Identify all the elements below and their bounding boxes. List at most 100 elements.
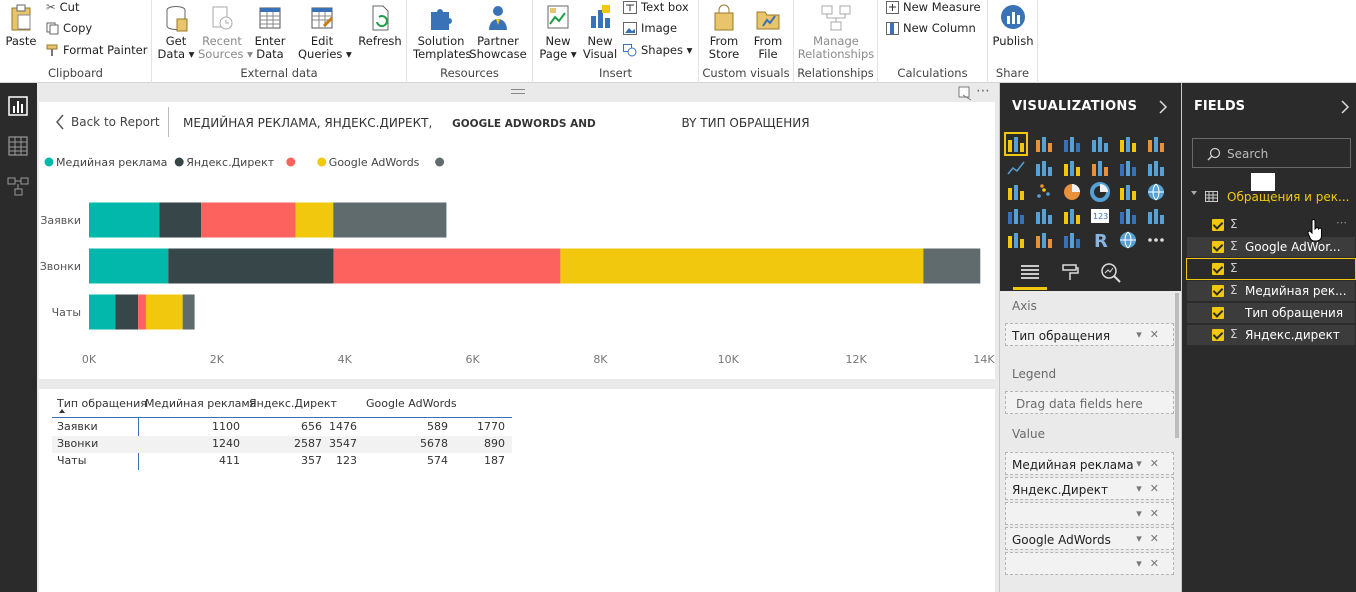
drag-handle[interactable] <box>511 89 525 94</box>
image-button[interactable]: Image <box>623 21 677 35</box>
line-column-icon[interactable] <box>1090 158 1110 178</box>
arcgis-icon[interactable] <box>1118 230 1138 250</box>
field-item[interactable]: Тип обращения <box>1187 303 1355 323</box>
checkbox-checked-icon[interactable] <box>1212 329 1224 341</box>
refresh-button[interactable]: Refresh <box>358 4 402 48</box>
manage-relationships-button[interactable]: Manage Relationships <box>796 4 876 61</box>
kpi-icon[interactable] <box>1146 206 1166 226</box>
r-visual-icon[interactable]: R <box>1090 230 1110 252</box>
field-item[interactable]: Σ Яндекс.директ <box>1187 325 1355 345</box>
format-paint-roller-icon[interactable] <box>1060 263 1080 283</box>
tooltip-box <box>1251 173 1275 191</box>
value-well-item[interactable]: ▾✕ <box>1005 552 1174 575</box>
recent-sources-button[interactable]: Recent Sources ▾ <box>198 4 253 61</box>
value-well-item[interactable]: Медийная реклама ▾✕ <box>1005 452 1174 475</box>
gauge-icon[interactable] <box>1062 206 1082 226</box>
enter-data-button[interactable]: Enter Data <box>248 4 292 61</box>
stacked-bar-icon[interactable] <box>1004 132 1028 156</box>
shapes-button[interactable]: Shapes ▾ <box>623 43 692 57</box>
table-header-cell: Медийная реклама <box>145 397 257 410</box>
more-visuals-icon[interactable] <box>1146 230 1166 250</box>
chevron-right-icon[interactable] <box>1340 100 1350 114</box>
wells-scrollbar[interactable] <box>1175 293 1179 438</box>
field-item[interactable]: Σ ⋯ <box>1187 215 1355 235</box>
edit-queries-button[interactable]: Edit Queries ▾ <box>298 4 352 61</box>
globe-map-icon[interactable] <box>1146 182 1166 202</box>
waterfall-icon[interactable] <box>1006 182 1026 202</box>
clustered-column-icon[interactable] <box>1090 134 1110 154</box>
paste-button[interactable]: Paste <box>4 4 38 48</box>
new-page-button[interactable]: New Page ▾ <box>537 4 579 61</box>
clustered-bar-icon[interactable] <box>1062 134 1082 154</box>
chevron-right-icon[interactable] <box>1158 100 1168 114</box>
bar-segment <box>138 294 146 330</box>
collapse-arrow-icon[interactable] <box>1191 191 1197 195</box>
solution-templates-button[interactable]: Solution Templates <box>413 4 471 61</box>
text-box-button[interactable]: Text box <box>623 0 689 14</box>
focus-mode-icon[interactable] <box>957 85 973 101</box>
axis-well-controls[interactable]: ▾✕ <box>1136 328 1167 341</box>
legend-well[interactable]: Drag data fields here <box>1005 391 1174 414</box>
value-well-item[interactable]: Google AdWords ▾✕ <box>1005 527 1174 550</box>
field-item[interactable]: Σ Google AdWor... <box>1187 237 1355 257</box>
checkbox-checked-icon[interactable] <box>1212 307 1224 319</box>
relationships-view-icon[interactable] <box>6 175 30 197</box>
funnel-icon[interactable] <box>1034 206 1054 226</box>
from-store-button[interactable]: From Store <box>703 4 745 61</box>
100-column-icon[interactable] <box>1146 134 1166 154</box>
data-view-icon[interactable] <box>6 135 30 157</box>
value-well-controls[interactable]: ▾✕ <box>1136 507 1167 520</box>
fields-search-box[interactable]: Search <box>1192 138 1351 168</box>
stacked-area-icon[interactable] <box>1062 158 1082 178</box>
table-name: Обращения и рек... <box>1227 190 1350 204</box>
field-item[interactable]: Σ Медийная рек... <box>1187 281 1355 301</box>
axis-well[interactable]: Тип обращения ▾✕ <box>1005 323 1174 346</box>
table-visual-icon[interactable] <box>1034 230 1054 250</box>
copy-button[interactable]: Copy <box>46 21 92 35</box>
get-data-button[interactable]: Get Data ▾ <box>154 4 198 61</box>
checkbox-checked-icon[interactable] <box>1212 285 1224 297</box>
multi-row-card-icon[interactable] <box>1118 206 1138 226</box>
matrix-icon[interactable] <box>1062 230 1082 250</box>
analytics-magnifier-icon[interactable] <box>1100 262 1122 284</box>
partner-showcase-button[interactable]: Partner Showcase <box>469 4 527 61</box>
line-chart-icon[interactable] <box>1006 158 1026 178</box>
from-file-button[interactable]: From File <box>747 4 789 61</box>
bar-segment <box>89 202 160 238</box>
pie-chart-icon[interactable] <box>1062 182 1082 202</box>
checkbox-checked-icon[interactable] <box>1212 263 1224 275</box>
format-painter-button[interactable]: Format Painter <box>46 43 147 57</box>
100-bar-icon[interactable] <box>1118 134 1138 154</box>
report-view-icon[interactable] <box>6 95 30 117</box>
more-options-icon[interactable]: ⋯ <box>976 83 990 99</box>
legend-well-label: Legend <box>1012 367 1057 381</box>
new-visual-button[interactable]: New Visual <box>579 4 621 61</box>
area-chart-icon[interactable] <box>1034 158 1054 178</box>
stacked-column-icon[interactable] <box>1034 134 1054 154</box>
value-well-controls[interactable]: ▾✕ <box>1136 532 1167 545</box>
filled-map-icon[interactable] <box>1006 206 1026 226</box>
checkbox-checked-icon[interactable] <box>1212 219 1224 231</box>
ribbon-chart-icon[interactable] <box>1146 158 1166 178</box>
cut-button[interactable]: ✂ Cut <box>46 0 79 14</box>
new-page-icon <box>547 5 569 29</box>
value-well-controls[interactable]: ▾✕ <box>1136 457 1167 470</box>
field-item[interactable]: Σ <box>1186 258 1356 280</box>
line-clustered-icon[interactable] <box>1118 158 1138 178</box>
fields-tab-icon[interactable] <box>1019 263 1041 283</box>
value-well-controls[interactable]: ▾✕ <box>1136 557 1167 570</box>
value-well-item[interactable]: ▾✕ <box>1005 502 1174 525</box>
more-options-icon[interactable]: ⋯ <box>1336 216 1347 229</box>
text-box-icon <box>623 0 637 14</box>
publish-button[interactable]: Publish <box>990 4 1036 48</box>
treemap-icon[interactable] <box>1118 182 1138 202</box>
value-well-item[interactable]: Яндекс.Директ ▾✕ <box>1005 477 1174 500</box>
checkbox-checked-icon[interactable] <box>1212 241 1224 253</box>
new-column-button[interactable]: New Column <box>886 21 976 35</box>
card-icon[interactable]: 123 <box>1090 206 1110 226</box>
scatter-icon[interactable] <box>1034 182 1054 202</box>
value-well-controls[interactable]: ▾✕ <box>1136 482 1167 495</box>
slicer-icon[interactable] <box>1006 230 1026 250</box>
new-measure-button[interactable]: New Measure <box>886 0 981 14</box>
donut-icon[interactable] <box>1090 182 1110 202</box>
